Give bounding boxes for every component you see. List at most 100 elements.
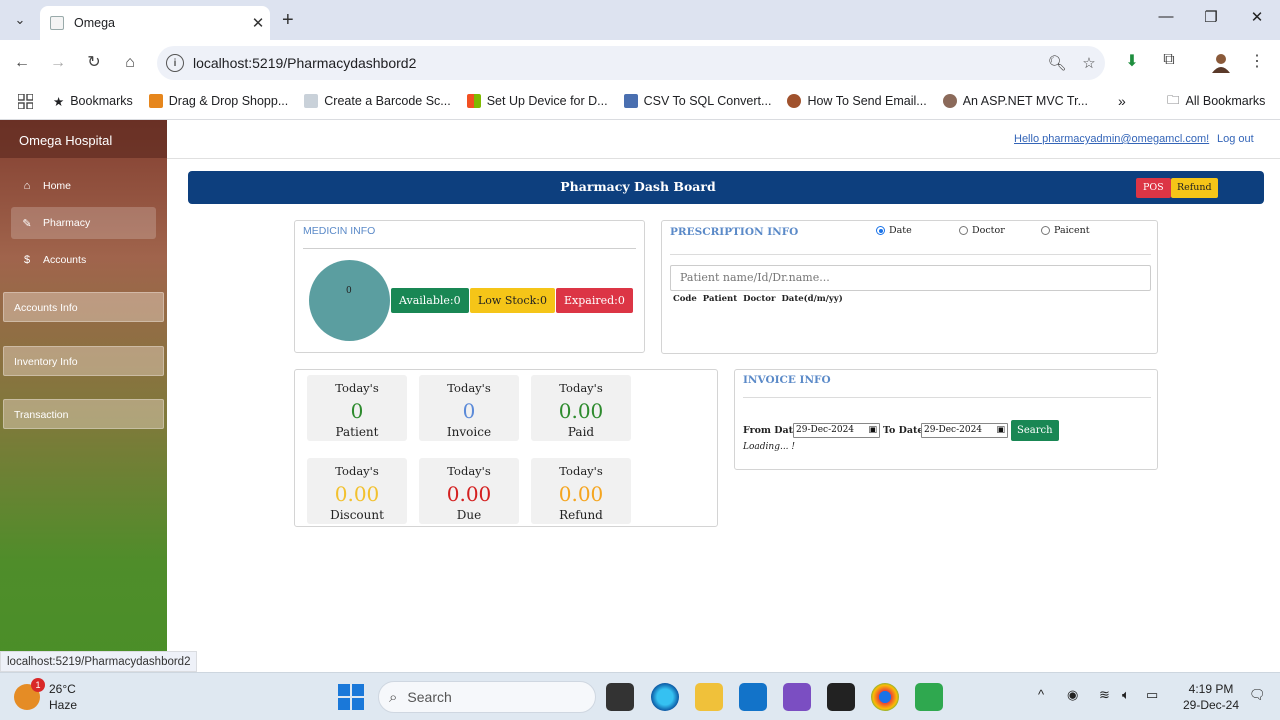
- address-bar[interactable]: i localhost:5219/Pharmacydashbord2 🔍︎ ☆: [157, 46, 1105, 80]
- zoom-icon[interactable]: 🔍︎: [1041, 54, 1073, 72]
- folder-icon: 🗀: [1167, 92, 1180, 107]
- sidebar-item-home[interactable]: ⌂ Home: [11, 170, 156, 202]
- bookmark-item[interactable]: CSV To SQL Convert...: [623, 94, 771, 108]
- home-icon: ⌂: [23, 180, 31, 192]
- battery-icon[interactable]: ▭: [1146, 687, 1158, 703]
- more-bookmarks-chevron-icon[interactable]: »: [1118, 93, 1126, 109]
- bookmark-favicon-icon: [623, 94, 638, 108]
- bookmark-favicon-icon: [148, 94, 163, 108]
- chrome-icon[interactable]: [871, 683, 899, 711]
- visual-studio-icon[interactable]: [783, 683, 811, 711]
- divider: [670, 254, 1151, 255]
- radio-unselected-icon: [959, 226, 968, 235]
- file-manager-app-icon[interactable]: [606, 683, 634, 711]
- browser-menu-icon[interactable]: ⋮: [1244, 51, 1270, 71]
- forward-arrow-icon[interactable]: →: [46, 51, 70, 75]
- column-header: Doctor: [743, 294, 776, 304]
- all-bookmarks[interactable]: 🗀 All Bookmarks: [1167, 91, 1265, 112]
- weather-widget[interactable]: 1 26°C Haze: [14, 678, 77, 713]
- close-tab-icon[interactable]: ✕: [246, 14, 270, 32]
- stat-caption: Today's: [335, 464, 379, 478]
- volume-icon[interactable]: 🔈︎: [1122, 687, 1130, 703]
- restore-icon[interactable]: ❐: [1196, 8, 1226, 26]
- search-button[interactable]: Search: [1011, 420, 1059, 441]
- logout-link[interactable]: Log out: [1217, 133, 1254, 145]
- radio-patient[interactable]: Paicent: [1041, 225, 1090, 236]
- refund-button[interactable]: Refund: [1171, 178, 1218, 198]
- calendar-icon[interactable]: ▣: [996, 424, 1005, 437]
- column-header: Date(d/m/yy): [781, 294, 843, 304]
- wifi-icon[interactable]: ≋: [1099, 687, 1110, 703]
- dashboard-header: Pharmacy Dash Board POS Refund: [188, 171, 1264, 204]
- sidebar-item-label: Pharmacy: [43, 217, 91, 229]
- tab-search-chevron-icon[interactable]: ⌄: [8, 8, 32, 32]
- download-icon[interactable]: ⬇: [1119, 51, 1145, 71]
- tray-chevron-icon[interactable]: ^: [1038, 687, 1044, 702]
- prescription-info-title: PRESCRIPTION INFO: [670, 226, 799, 238]
- search-icon: ⌕: [389, 688, 398, 706]
- to-date-input[interactable]: 29-Dec-2024 ▣: [921, 423, 1008, 438]
- excel-icon[interactable]: [915, 683, 943, 711]
- bookmark-favicon-icon: [304, 94, 319, 108]
- reload-icon[interactable]: ↻: [82, 51, 106, 75]
- prescription-table-header: Code Patient Doctor Date(d/m/yy): [673, 294, 843, 304]
- bookmarks-bar: ★ Bookmarks Drag & Drop Shopp... Create a…: [0, 86, 1280, 116]
- sidebar-section-transaction[interactable]: Transaction: [3, 399, 164, 429]
- browser-tab[interactable]: Omega ✕: [40, 6, 270, 40]
- stat-discount: Today's 0.00 Discount: [307, 458, 407, 524]
- sidebar-item-pharmacy[interactable]: ✎ Pharmacy: [11, 207, 156, 239]
- sidebar-section-inventory-info[interactable]: Inventory Info: [3, 346, 164, 376]
- clock[interactable]: 4:19 PM 29-Dec-24: [1180, 681, 1242, 713]
- tray-app-icon[interactable]: ◉: [1067, 687, 1078, 703]
- close-window-icon[interactable]: ✕: [1242, 8, 1272, 26]
- apps-grid-icon[interactable]: [18, 93, 33, 109]
- minimize-icon[interactable]: —: [1151, 8, 1181, 25]
- home-browser-icon[interactable]: ⌂: [118, 51, 142, 75]
- notifications-icon[interactable]: 🗨: [1249, 687, 1266, 703]
- bookmark-star-icon[interactable]: ☆: [1073, 54, 1105, 72]
- bookmark-item[interactable]: How To Send Email...: [787, 94, 927, 108]
- address-url[interactable]: localhost:5219/Pharmacydashbord2: [193, 55, 1041, 71]
- status-url: localhost:5219/Pharmacydashbord2: [0, 651, 198, 672]
- from-date-input[interactable]: 29-Dec-2024 ▣: [793, 423, 880, 438]
- microsoft-logo-icon: [466, 94, 481, 108]
- brand-title[interactable]: Omega Hospital: [0, 120, 167, 158]
- radio-label: Doctor: [972, 225, 1005, 236]
- stat-label: Paid: [567, 425, 595, 439]
- start-windows-icon[interactable]: [338, 684, 364, 710]
- terminal-icon[interactable]: [827, 683, 855, 711]
- radio-doctor[interactable]: Doctor: [959, 225, 1005, 236]
- taskbar-search[interactable]: ⌕ Search: [378, 681, 596, 713]
- bookmark-label: Create a Barcode Sc...: [324, 94, 451, 108]
- stat-caption: Today's: [447, 464, 491, 478]
- site-info-icon[interactable]: i: [166, 54, 184, 72]
- extensions-icon[interactable]: ⧉: [1156, 51, 1182, 69]
- expired-badge[interactable]: Expaired:0: [556, 288, 633, 313]
- profile-avatar[interactable]: [1208, 51, 1234, 78]
- bookmark-item[interactable]: An ASP.NET MVC Tr...: [942, 94, 1088, 108]
- folder-app-icon[interactable]: [695, 683, 723, 711]
- outlook-icon[interactable]: [739, 683, 767, 711]
- available-badge[interactable]: Available:0: [391, 288, 469, 313]
- calendar-icon[interactable]: ▣: [868, 424, 877, 437]
- radio-date[interactable]: Date: [876, 225, 912, 236]
- edge-browser-icon[interactable]: [651, 683, 679, 711]
- bookmarks-folder[interactable]: ★ Bookmarks: [53, 94, 133, 109]
- pos-button[interactable]: POS: [1136, 178, 1171, 198]
- sidebar-section-accounts-info[interactable]: Accounts Info: [3, 292, 164, 322]
- back-arrow-icon[interactable]: ←: [10, 51, 34, 75]
- sidebar-item-label: Home: [43, 180, 72, 192]
- low-stock-badge[interactable]: Low Stock:0: [470, 288, 555, 313]
- column-header: Patient: [702, 294, 738, 304]
- new-tab-plus-icon[interactable]: +: [282, 9, 294, 32]
- bookmark-item[interactable]: Set Up Device for D...: [466, 94, 608, 108]
- sidebar-item-accounts[interactable]: $ Accounts: [11, 244, 156, 276]
- prescription-search-input[interactable]: Patient name/Id/Dr.name...: [670, 265, 1151, 291]
- stat-value: 0: [350, 399, 364, 423]
- stat-caption: Today's: [559, 464, 603, 478]
- pie-value: 0: [346, 286, 352, 296]
- user-greeting-link[interactable]: Hello pharmacyadmin@omegamcl.com!: [1014, 133, 1209, 145]
- bookmark-item[interactable]: Create a Barcode Sc...: [304, 94, 451, 108]
- bookmark-item[interactable]: Drag & Drop Shopp...: [148, 94, 288, 108]
- bookmark-label: An ASP.NET MVC Tr...: [962, 94, 1088, 108]
